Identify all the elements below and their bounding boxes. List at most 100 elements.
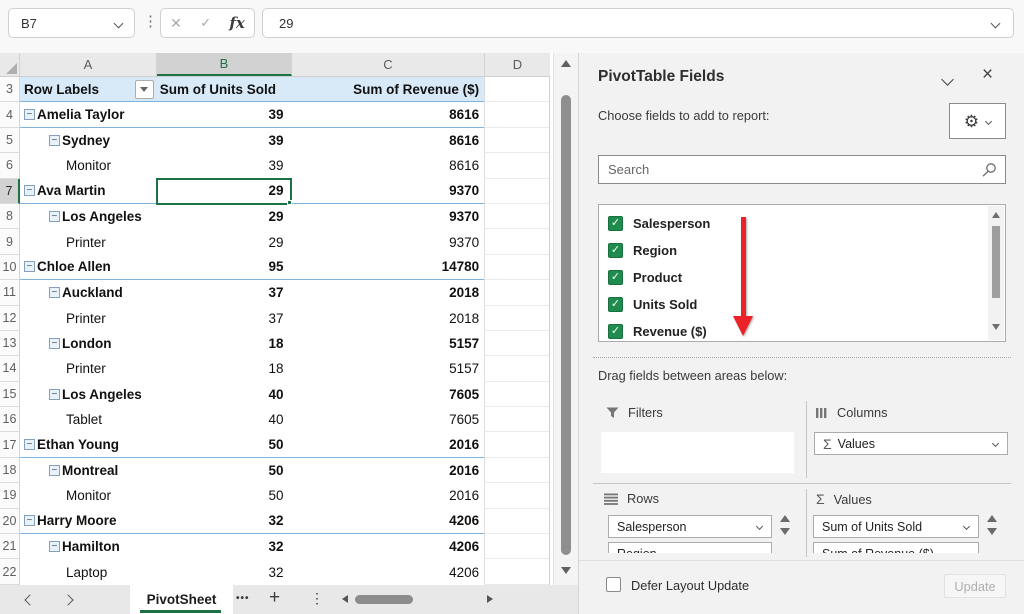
row-label-cell[interactable]: Printer <box>20 306 157 331</box>
select-all-corner[interactable] <box>0 53 20 76</box>
values-area-scroll[interactable] <box>983 515 1001 535</box>
row-label-cell[interactable]: −Montreal <box>20 458 157 483</box>
empty-cell[interactable] <box>484 179 549 204</box>
row-number[interactable]: 20 <box>0 509 20 534</box>
cell-revenue[interactable]: 2018 <box>292 280 485 305</box>
kebab-icon[interactable]: ⋮ <box>143 12 158 32</box>
cell-revenue[interactable]: 8616 <box>292 128 485 153</box>
sheet-tab-pivotsheet[interactable]: PivotSheet <box>130 585 233 614</box>
empty-cell[interactable] <box>484 458 549 483</box>
cell-units[interactable]: 39 <box>157 153 292 178</box>
expand-formula-bar-icon[interactable] <box>991 18 1001 28</box>
cell-units[interactable]: 32 <box>157 559 292 584</box>
empty-cell[interactable] <box>484 77 549 102</box>
empty-cell[interactable] <box>484 432 549 457</box>
row-number[interactable]: 9 <box>0 229 20 254</box>
field-item-revenue[interactable]: ✓Revenue ($) <box>599 318 1005 342</box>
collapse-icon[interactable]: − <box>49 389 60 400</box>
empty-cell[interactable] <box>484 407 549 432</box>
row-label-cell[interactable]: −Hamilton <box>20 534 157 559</box>
row-label-cell[interactable]: Printer <box>20 229 157 254</box>
row-label-cell[interactable]: Monitor <box>20 483 157 508</box>
insert-function-icon[interactable]: fx <box>229 14 244 32</box>
hscroll-right-icon[interactable] <box>487 595 493 603</box>
chevron-down-icon[interactable] <box>992 440 999 447</box>
empty-cell[interactable] <box>484 306 549 331</box>
rows-pill-region-clipped[interactable]: Region <box>608 542 772 553</box>
tools-button[interactable]: ⚙ <box>949 103 1006 139</box>
checked-checkbox-icon[interactable]: ✓ <box>608 297 623 312</box>
checked-checkbox-icon[interactable]: ✓ <box>608 270 623 285</box>
scroll-up-icon[interactable] <box>561 60 571 67</box>
revenue-header-cell[interactable]: Sum of Revenue ($) <box>291 77 484 102</box>
row-number[interactable]: 15 <box>0 382 20 407</box>
empty-cell[interactable] <box>484 534 549 559</box>
rows-area-scroll[interactable] <box>776 515 794 535</box>
cell-units[interactable]: 50 <box>157 432 292 457</box>
row-label-cell[interactable]: −London <box>20 331 157 356</box>
collapse-icon[interactable]: − <box>49 465 60 476</box>
cell-revenue[interactable]: 8616 <box>291 102 484 127</box>
row-number[interactable]: 19 <box>0 483 20 508</box>
row-label-cell[interactable]: −Ava Martin <box>20 179 157 204</box>
units-header-cell[interactable]: Sum of Units Sold <box>157 77 292 102</box>
cell-revenue[interactable]: 4206 <box>292 559 485 584</box>
empty-cell[interactable] <box>484 559 549 584</box>
empty-cell[interactable] <box>484 229 549 254</box>
cell-revenue[interactable]: 4206 <box>291 509 484 534</box>
cell-revenue[interactable]: 7605 <box>292 407 485 432</box>
add-sheet-icon[interactable]: + <box>269 587 280 609</box>
cell-units[interactable]: 37 <box>157 280 292 305</box>
name-box[interactable]: B7 <box>8 8 135 38</box>
scroll-up-icon[interactable] <box>992 212 1000 218</box>
row-number[interactable]: 22 <box>0 559 20 584</box>
cell-revenue[interactable]: 5157 <box>292 331 485 356</box>
row-number[interactable]: 13 <box>0 331 20 356</box>
selected-cell-units[interactable]: 29 <box>157 179 292 204</box>
cell-units[interactable]: 37 <box>157 306 292 331</box>
cell-revenue[interactable]: 7605 <box>292 382 485 407</box>
empty-cell[interactable] <box>484 509 549 534</box>
cell-revenue[interactable]: 9370 <box>292 229 485 254</box>
row-label-cell[interactable]: −Auckland <box>20 280 157 305</box>
empty-cell[interactable] <box>484 483 549 508</box>
cell-revenue[interactable]: 14780 <box>291 255 484 280</box>
row-number[interactable]: 12 <box>0 306 20 331</box>
collapse-icon[interactable]: − <box>49 135 60 146</box>
field-item-region[interactable]: ✓Region <box>599 237 1005 264</box>
row-label-cell[interactable]: Printer <box>20 356 157 381</box>
collapse-icon[interactable]: − <box>24 515 35 526</box>
cell-revenue[interactable]: 9370 <box>292 204 485 229</box>
column-header-c[interactable]: C <box>292 53 485 76</box>
row-number[interactable]: 17 <box>0 432 20 457</box>
row-label-cell[interactable]: −Sydney <box>20 128 157 153</box>
cell-units[interactable]: 29 <box>157 229 292 254</box>
column-header-a[interactable]: A <box>20 53 157 76</box>
row-number[interactable]: 5 <box>0 128 20 153</box>
cancel-icon[interactable]: ✕ <box>170 15 182 32</box>
cell-units[interactable]: 40 <box>157 382 292 407</box>
cell-revenue[interactable]: 2018 <box>292 306 485 331</box>
previous-sheet-icon[interactable] <box>24 594 35 605</box>
empty-cell[interactable] <box>484 255 549 280</box>
field-list-scrollbar[interactable] <box>988 206 1004 340</box>
cell-units[interactable]: 50 <box>157 458 292 483</box>
row-label-cell[interactable]: −Chloe Allen <box>20 255 157 280</box>
empty-cell[interactable] <box>484 102 549 127</box>
scroll-down-icon[interactable] <box>992 324 1000 330</box>
values-pill-sum-of-units-sold[interactable]: Sum of Units Sold <box>813 515 979 538</box>
cell-units[interactable]: 32 <box>157 509 292 534</box>
cell-revenue[interactable]: 2016 <box>291 432 484 457</box>
values-pill-sum-of-revenue-clipped[interactable]: Sum of Revenue ($) <box>813 542 979 553</box>
row-number[interactable]: 11 <box>0 280 20 305</box>
row-label-cell[interactable]: −Harry Moore <box>20 509 157 534</box>
empty-cell[interactable] <box>484 204 549 229</box>
row-label-cell[interactable]: −Amelia Taylor <box>20 102 157 127</box>
collapse-icon[interactable]: − <box>24 109 35 120</box>
formula-input[interactable]: 29 <box>262 8 1014 38</box>
cell-units[interactable]: 95 <box>157 255 292 280</box>
defer-layout-checkbox[interactable] <box>606 577 621 592</box>
cell-revenue[interactable]: 4206 <box>292 534 485 559</box>
horizontal-scroll-thumb[interactable] <box>355 595 413 604</box>
cell-units[interactable]: 39 <box>157 128 292 153</box>
